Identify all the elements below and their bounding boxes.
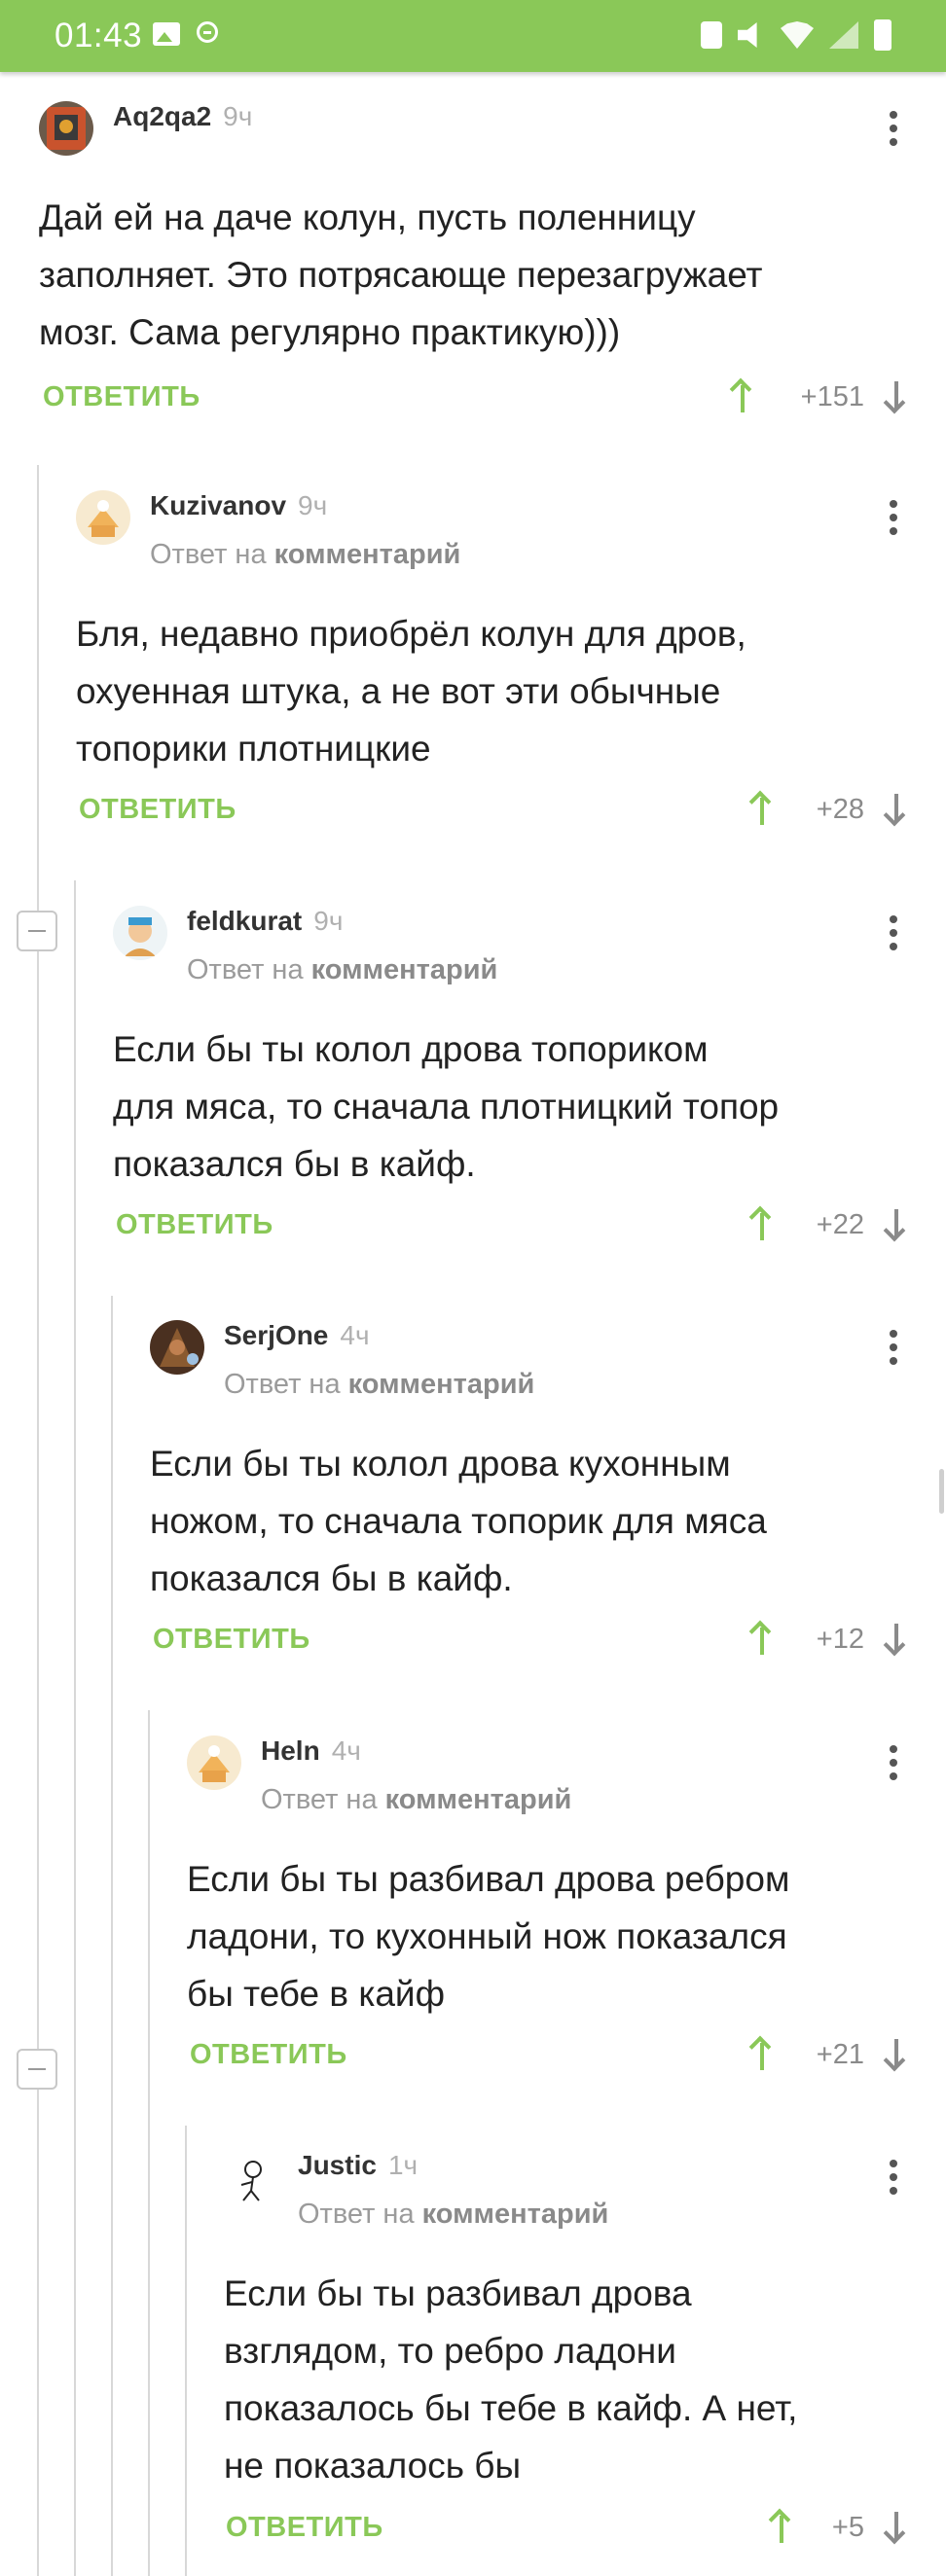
comment-time: 9ч: [298, 490, 328, 520]
comment-time: 4ч: [340, 1320, 370, 1350]
comment: SerjOne 4ч Ответ на комментарий Если бы т…: [150, 1320, 946, 1670]
rating: +21: [816, 2039, 864, 2070]
reply-to: Ответ на комментарий: [187, 954, 498, 985]
comment-time: 9ч: [313, 906, 344, 936]
upvote-icon[interactable]: [730, 379, 755, 412]
username[interactable]: SerjOne 4ч: [224, 1320, 370, 1351]
downvote-icon[interactable]: [884, 1624, 909, 1657]
username[interactable]: feldkurat 9ч: [187, 906, 343, 937]
comment-header: Heln 4ч Ответ на комментарий: [187, 1735, 946, 1815]
reply-to-link[interactable]: комментарий: [311, 954, 498, 985]
reply-to: Ответ на комментарий: [261, 1784, 572, 1815]
avatar[interactable]: [113, 906, 167, 960]
more-menu-icon[interactable]: [889, 1745, 898, 1784]
comment-time: 9ч: [223, 101, 253, 131]
status-icons: [701, 18, 891, 53]
username[interactable]: Kuzivanov 9ч: [150, 490, 327, 521]
comment-text: Дай ей на даче колун, пусть поленницу за…: [39, 197, 763, 352]
comment-time: 1ч: [387, 2150, 418, 2180]
upvote-icon[interactable]: [749, 792, 775, 825]
lock-icon: [701, 21, 722, 49]
username[interactable]: Aq2qa2 9ч: [113, 101, 252, 132]
downvote-icon[interactable]: [884, 2512, 909, 2545]
thread-line: [148, 1710, 150, 2576]
more-menu-icon[interactable]: [889, 111, 898, 150]
comment: Kuzivanov 9ч Ответ на комментарий Бля, не…: [76, 490, 946, 841]
avatar[interactable]: [76, 490, 130, 545]
thread-line: [37, 465, 39, 2576]
reply-button[interactable]: ОТВЕТИТЬ: [190, 2039, 347, 2071]
reply-button[interactable]: ОТВЕТИТЬ: [226, 2512, 383, 2544]
rating: +5: [831, 2512, 864, 2543]
username[interactable]: Justic 1ч: [298, 2150, 418, 2181]
signal-icon: [829, 21, 858, 49]
comment-header: Kuzivanov 9ч Ответ на комментарий: [76, 490, 946, 570]
more-menu-icon[interactable]: [889, 915, 898, 954]
comment: Heln 4ч Ответ на комментарий Если бы ты р…: [187, 1735, 946, 2086]
comment-header: feldkurat 9ч Ответ на комментарий: [113, 906, 946, 985]
wifi-icon: [781, 21, 814, 49]
reply-button[interactable]: ОТВЕТИТЬ: [79, 794, 236, 826]
avatar[interactable]: [150, 1320, 204, 1375]
downvote-icon[interactable]: [884, 2039, 909, 2072]
upvote-icon[interactable]: [749, 1207, 775, 1240]
comment-header: SerjOne 4ч Ответ на комментарий: [150, 1320, 946, 1400]
reply-button[interactable]: ОТВЕТИТЬ: [43, 381, 200, 413]
thread-line: [74, 880, 76, 2576]
upvote-icon[interactable]: [749, 1622, 775, 1655]
reply-to: Ответ на комментарий: [224, 1369, 535, 1400]
thread-line: [185, 2126, 187, 2576]
scrollbar[interactable]: [939, 1469, 944, 1514]
comment: feldkurat 9ч Ответ на комментарий Если бы…: [113, 906, 946, 1256]
reply-to-link[interactable]: комментарий: [385, 1784, 572, 1815]
thread-line: [111, 1296, 113, 2576]
reply-to-link[interactable]: комментарий: [348, 1369, 535, 1400]
comment: Aq2qa2 9ч Дай ей на даче колун, пусть пол…: [39, 101, 946, 432]
reply-to: Ответ на комментарий: [298, 2199, 609, 2230]
reply-button[interactable]: ОТВЕТИТЬ: [153, 1624, 310, 1656]
comment-header: Justic 1ч Ответ на комментарий: [224, 2150, 946, 2230]
status-time: 01:43: [55, 17, 143, 54]
battery-icon: [874, 19, 891, 51]
rating: +22: [816, 1209, 864, 1240]
collapse-thread-button[interactable]: [17, 911, 57, 951]
rating: +151: [800, 381, 864, 412]
comment-text: Если бы ты колол дрова топориком для мяс…: [113, 1029, 780, 1184]
more-menu-icon[interactable]: [889, 500, 898, 539]
do-not-disturb-icon: [197, 21, 218, 43]
status-bar: 01:43: [0, 0, 946, 72]
username[interactable]: Heln 4ч: [261, 1735, 361, 1767]
comment-text: Если бы ты разбивал дрова ребром ладони,…: [187, 1859, 790, 2014]
reply-button[interactable]: ОТВЕТИТЬ: [116, 1209, 273, 1241]
comment-text: Если бы ты колол дрова кухонным ножом, т…: [150, 1444, 767, 1598]
comment: Justic 1ч Ответ на комментарий Если бы ты…: [224, 2150, 946, 2576]
reply-to: Ответ на комментарий: [150, 539, 461, 570]
comment-time: 4ч: [331, 1735, 361, 1766]
reply-to-link[interactable]: комментарий: [274, 539, 461, 570]
reply-to-link[interactable]: комментарий: [422, 2199, 609, 2230]
mute-icon: [738, 22, 757, 48]
downvote-icon[interactable]: [884, 381, 909, 414]
avatar[interactable]: [187, 1735, 241, 1790]
comment-text: Бля, недавно приобрёл колун для дров, ох…: [76, 614, 746, 769]
rating: +12: [816, 1624, 864, 1655]
rating: +28: [816, 794, 864, 825]
gallery-icon: [153, 22, 180, 46]
avatar[interactable]: [39, 101, 93, 156]
more-menu-icon[interactable]: [889, 2160, 898, 2199]
comment-text: Если бы ты разбивал дрова взглядом, то р…: [224, 2273, 798, 2486]
avatar[interactable]: [224, 2150, 278, 2204]
collapse-thread-button[interactable]: [17, 2049, 57, 2090]
downvote-icon[interactable]: [884, 794, 909, 827]
downvote-icon[interactable]: [884, 1209, 909, 1242]
comment-header: Aq2qa2 9ч: [39, 101, 946, 160]
upvote-icon[interactable]: [749, 2037, 775, 2070]
more-menu-icon[interactable]: [889, 1330, 898, 1369]
